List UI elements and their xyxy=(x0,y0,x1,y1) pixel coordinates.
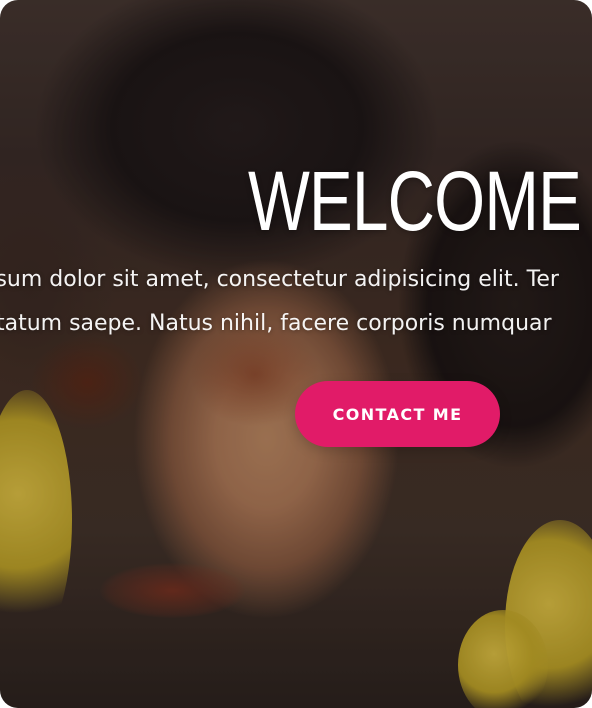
contact-me-button[interactable]: CONTACT ME xyxy=(295,381,500,447)
hero-title: WELCOME xyxy=(248,154,582,248)
hero-description-line-1: osum dolor sit amet, consectetur adipisi… xyxy=(0,267,559,292)
hero-section: WELCOME osum dolor sit amet, consectetur… xyxy=(0,0,592,708)
dark-overlay xyxy=(0,0,592,708)
hero-description-line-2: ptatum saepe. Natus nihil, facere corpor… xyxy=(0,311,552,336)
